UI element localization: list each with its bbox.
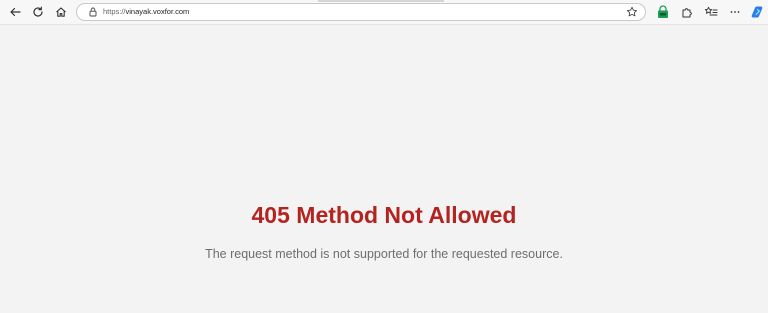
url-host: vinayak.voxfor.com xyxy=(125,7,190,16)
refresh-button[interactable] xyxy=(30,4,46,20)
browser-toolbar: https://vinayak.voxfor.com xyxy=(0,0,768,25)
tab-strip-edge xyxy=(318,0,444,2)
more-button[interactable] xyxy=(727,4,743,20)
home-button[interactable] xyxy=(53,4,69,20)
page-viewport: 405 Method Not Allowed The request metho… xyxy=(0,25,768,313)
copilot-icon xyxy=(751,6,762,17)
copilot-button[interactable] xyxy=(749,4,765,20)
url-scheme: https:// xyxy=(103,7,126,16)
favorites-button[interactable] xyxy=(703,4,719,20)
refresh-icon xyxy=(33,6,43,17)
lock-icon[interactable] xyxy=(87,6,99,18)
puzzle-icon xyxy=(682,8,692,18)
back-arrow-icon xyxy=(10,7,21,17)
star-icon[interactable] xyxy=(626,6,638,18)
error-title: 405 Method Not Allowed xyxy=(251,202,517,228)
address-bar[interactable]: https://vinayak.voxfor.com xyxy=(76,3,646,21)
home-icon xyxy=(56,7,66,17)
extension-button[interactable] xyxy=(655,4,671,20)
favorites-list-icon xyxy=(704,6,718,16)
url-text[interactable]: https://vinayak.voxfor.com xyxy=(103,7,189,16)
more-icon xyxy=(730,11,740,13)
extension-icon xyxy=(658,5,668,18)
puzzle-button[interactable] xyxy=(679,4,695,20)
error-message: The request method is not supported for … xyxy=(205,247,563,261)
back-button[interactable] xyxy=(7,4,23,20)
